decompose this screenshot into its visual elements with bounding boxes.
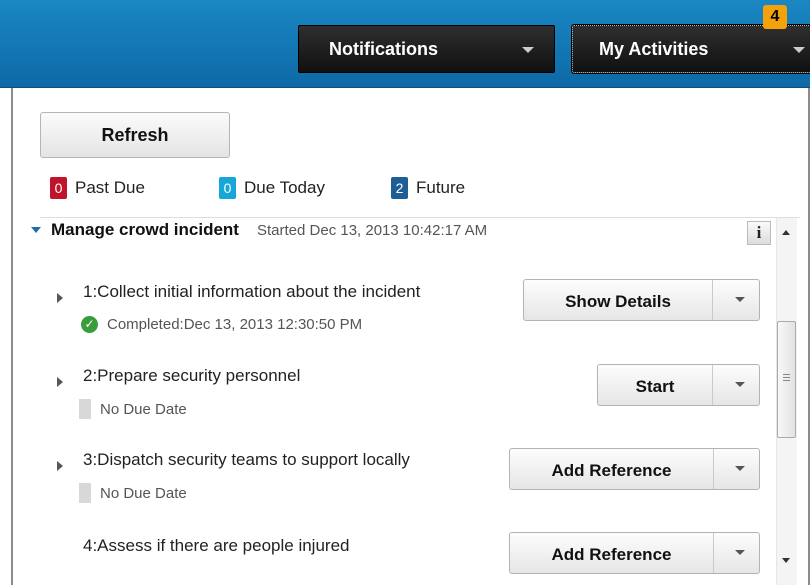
past-due-label: Past Due [75,178,145,197]
add-reference-button[interactable]: Add Reference [509,448,760,490]
chevron-down-icon[interactable] [735,382,745,387]
process-title: Manage crowd incident [51,220,239,239]
task-status-text: No Due Date [100,484,187,502]
legend-past-due: 0 Past Due [50,176,145,200]
scroll-down-arrow-icon[interactable] [782,558,790,563]
add-reference-label: Add Reference [551,461,672,480]
expand-arrow-icon[interactable] [57,461,63,471]
expand-arrow-icon[interactable] [57,293,63,303]
info-button[interactable]: i [747,221,771,245]
button-separator [712,280,713,320]
due-today-label: Due Today [244,178,325,197]
past-due-count-badge: 0 [50,177,67,199]
future-count-badge: 2 [391,177,408,199]
task-list: Manage crowd incident Started Dec 13, 20… [13,218,775,585]
top-bar: Notifications My Activities 4 [0,0,810,88]
task-status: No Due Date [79,399,187,419]
scrollbar-thumb[interactable] [777,321,796,438]
chevron-down-icon [793,47,805,53]
grip-icon [783,374,790,381]
no-due-date-icon [79,399,91,419]
start-button[interactable]: Start [597,364,760,406]
task-title: 3:Dispatch security teams to support loc… [83,450,410,469]
chevron-down-icon[interactable] [735,466,745,471]
my-activities-menu-button[interactable]: My Activities [571,24,810,74]
expand-arrow-icon[interactable] [57,377,63,387]
no-due-date-icon [79,483,91,503]
task-status-text: Completed:Dec 13, 2013 12:30:50 PM [107,316,363,333]
chevron-down-icon [522,47,534,53]
chevron-down-icon[interactable] [735,297,745,302]
show-details-label: Show Details [565,292,671,311]
start-label: Start [635,377,675,396]
task-status-text: No Due Date [100,400,187,418]
activities-count-badge: 4 [763,5,787,29]
check-circle-icon: ✓ [81,316,98,333]
process-header[interactable]: Manage crowd incident Started Dec 13, 20… [31,218,487,242]
task-status: ✓ Completed:Dec 13, 2013 12:30:50 PM [81,316,362,333]
notifications-menu-button[interactable]: Notifications [298,25,555,73]
refresh-button[interactable]: Refresh [40,112,230,158]
vertical-scrollbar[interactable] [776,218,797,585]
expand-triangle-icon[interactable] [31,227,41,233]
task-title: 1:Collect initial information about the … [83,282,421,301]
due-today-count-badge: 0 [219,177,236,199]
task-title: 2:Prepare security personnel [83,366,301,385]
future-label: Future [416,178,466,197]
chevron-down-icon[interactable] [735,550,745,555]
process-started-time: Started Dec 13, 2013 10:42:17 AM [256,221,488,239]
task-status: No Due Date [79,483,187,503]
legend-future: 2 Future [391,176,465,200]
task-title: 4:Assess if there are people injured [83,536,350,555]
add-reference-label: Add Reference [551,545,672,564]
my-activities-label: My Activities [599,39,709,59]
add-reference-button[interactable]: Add Reference [509,532,760,574]
button-separator [713,533,714,573]
legend-due-today: 0 Due Today [219,176,325,200]
scroll-up-arrow-icon[interactable] [782,230,790,235]
show-details-button[interactable]: Show Details [523,279,760,321]
notifications-label: Notifications [329,39,439,59]
button-separator [713,449,714,489]
button-separator [712,365,713,405]
